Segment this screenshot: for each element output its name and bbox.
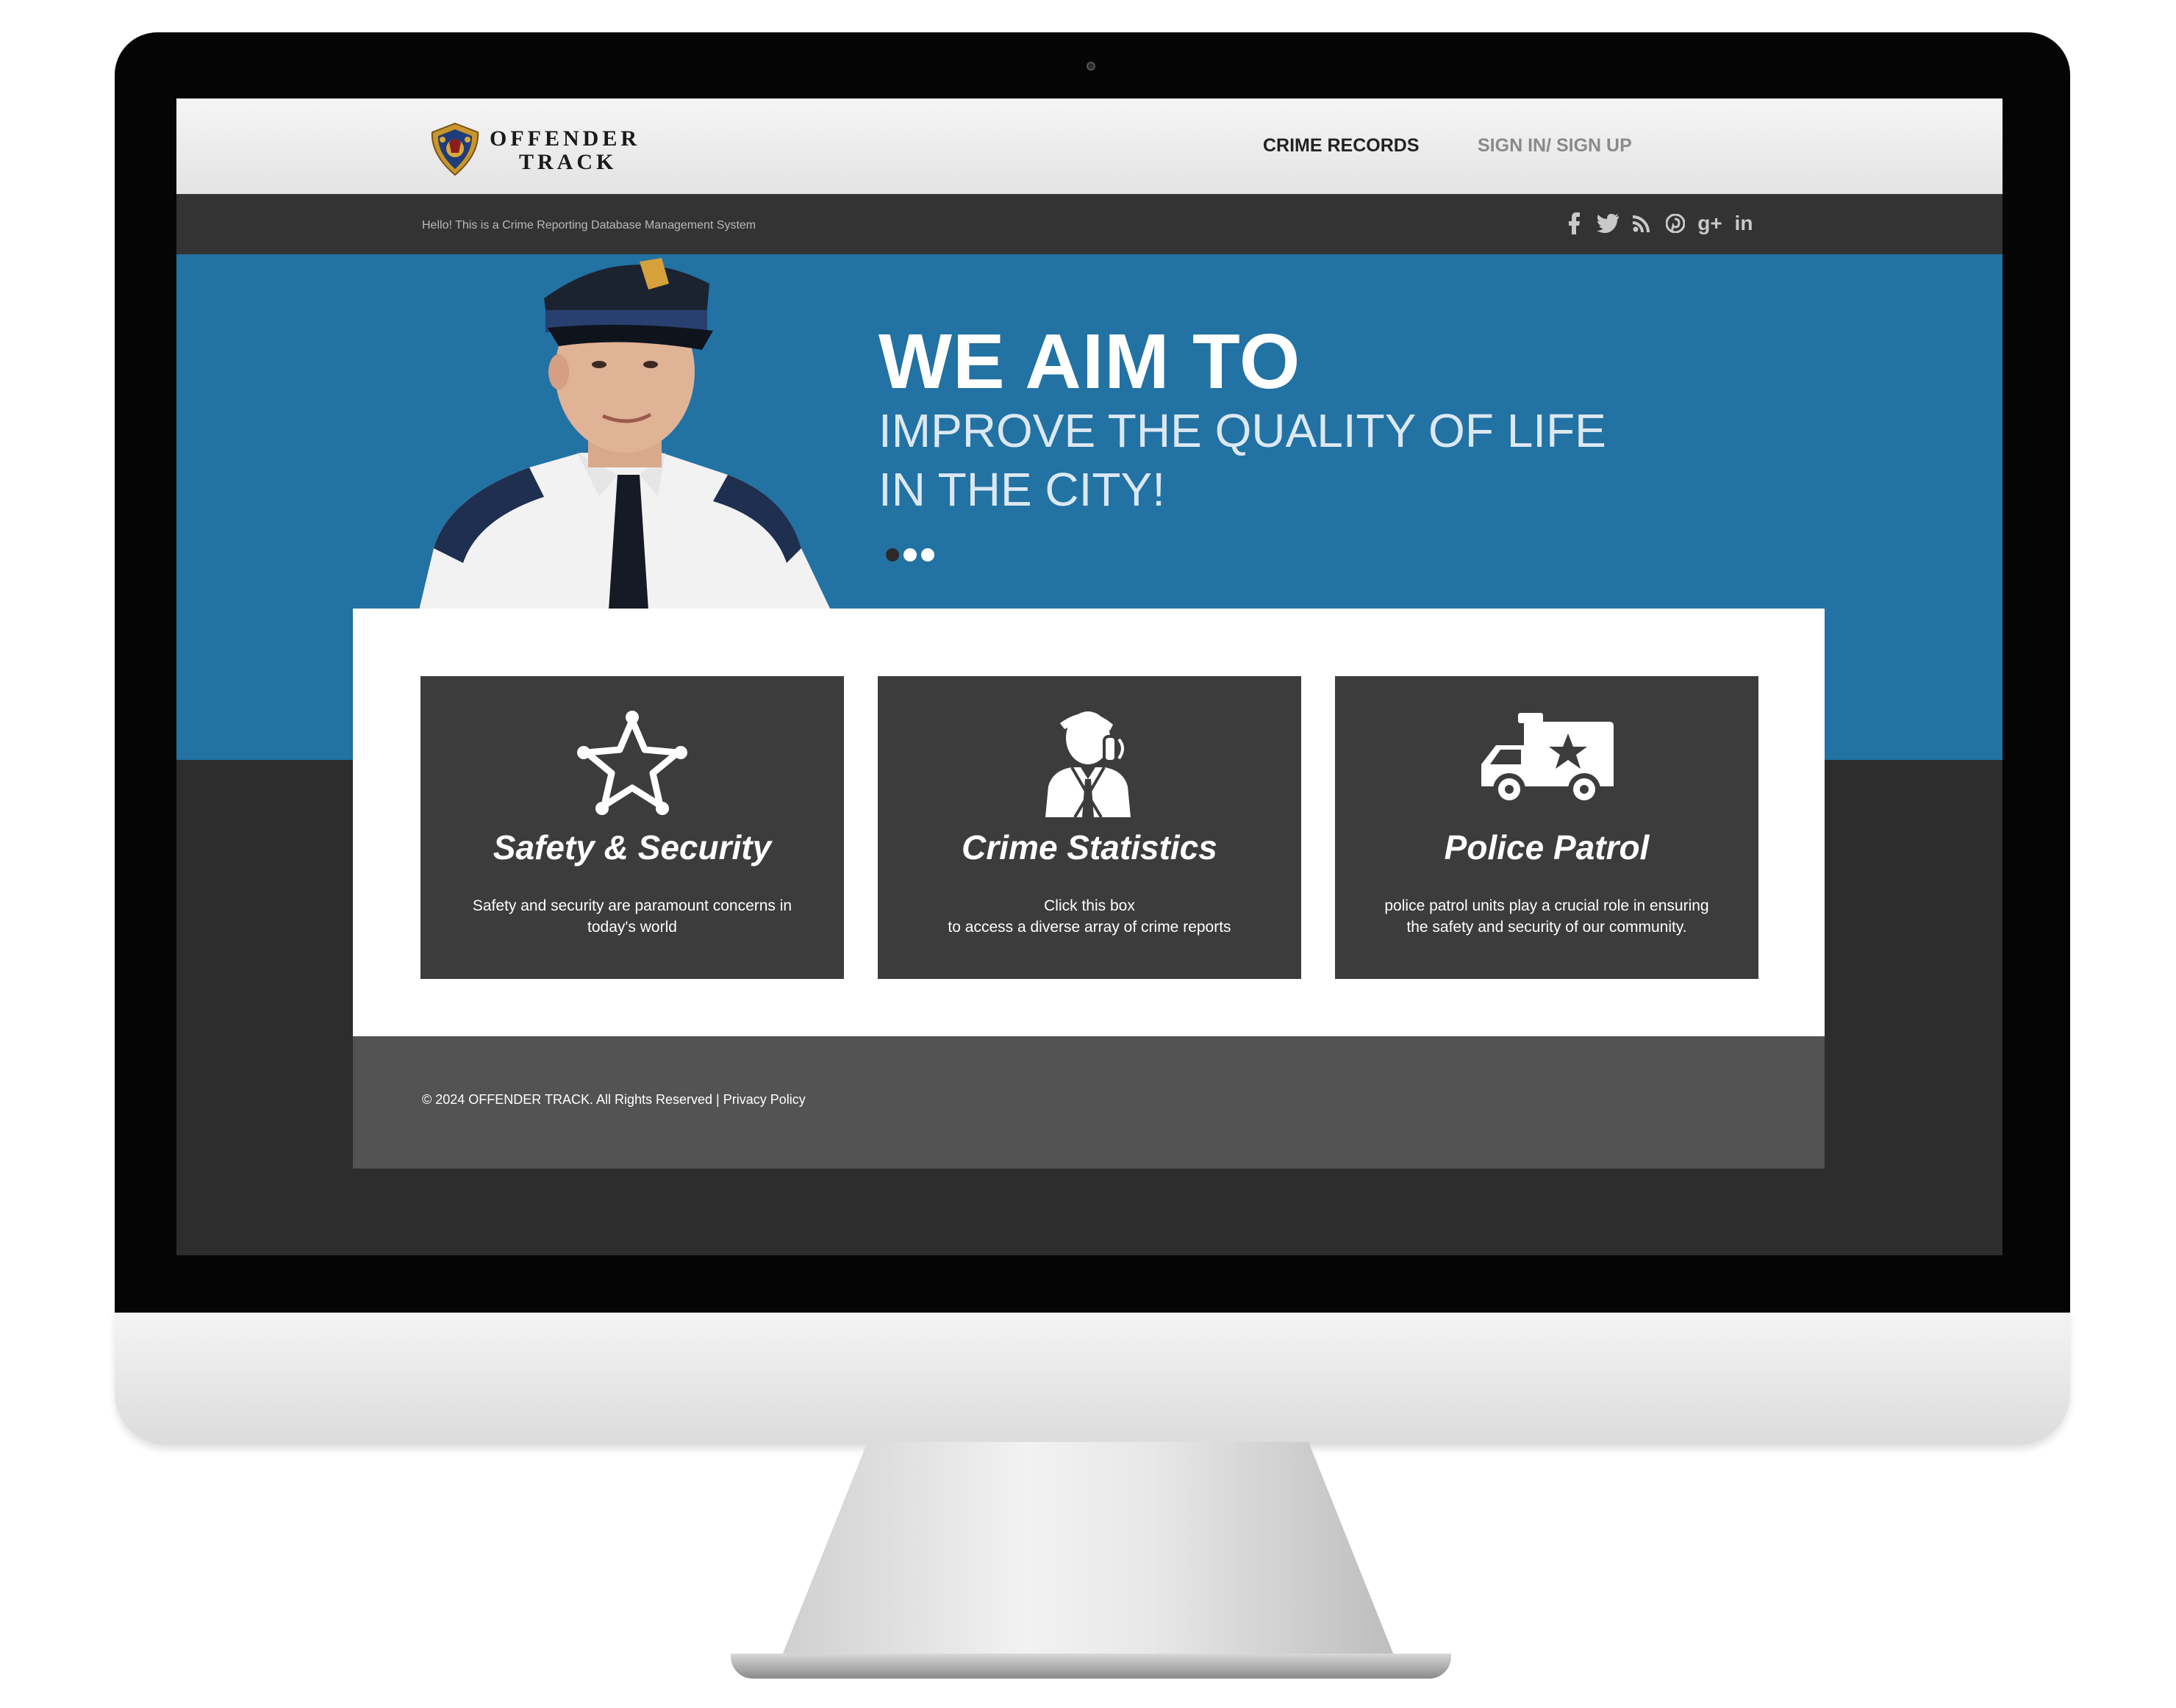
privacy-policy-link[interactable]: Privacy Policy (723, 1092, 806, 1107)
facebook-icon[interactable] (1561, 210, 1586, 237)
hero-subtitle-line1: IMPROVE THE QUALITY OF LIFE (878, 404, 1606, 457)
site-tagline: Hello! This is a Crime Reporting Databas… (422, 219, 756, 232)
feature-title: Crime Statistics (962, 828, 1217, 866)
logo-text-line2[interactable]: TRACK (519, 150, 617, 175)
feature-description-line1: Click this box (1044, 897, 1135, 914)
feature-card-safety[interactable]: Safety & Security Safety and security ar… (420, 676, 844, 979)
twitter-icon[interactable] (1594, 210, 1622, 237)
police-van-icon (1481, 713, 1614, 805)
businessman-phone-icon (1045, 711, 1131, 817)
camera-icon (1087, 62, 1095, 71)
logo-text-line1[interactable]: OFFENDER (490, 126, 640, 151)
feature-title: Police Patrol (1444, 828, 1650, 866)
feature-description: Safety and security are paramount concer… (450, 895, 815, 938)
police-badge-logo-icon[interactable] (426, 121, 484, 178)
feature-title: Safety & Security (493, 828, 772, 866)
slider-dots (886, 548, 934, 561)
feature-description-line1: Safety and security are paramount concer… (472, 897, 792, 914)
rss-icon[interactable] (1629, 210, 1654, 237)
website-screen: OFFENDER TRACK CRIME RECORDS SIGN IN/ SI… (176, 98, 2003, 1255)
nav-crime-records-link[interactable]: CRIME RECORDS (1263, 135, 1420, 157)
feature-description-line1: police patrol units play a crucial role … (1384, 897, 1709, 914)
slider-dot-2[interactable] (903, 548, 917, 561)
copyright-label: © 2024 OFFENDER TRACK. All Rights Reserv… (422, 1092, 723, 1107)
linkedin-label: in (1734, 212, 1753, 234)
feature-description-line2: the safety and security of our community… (1406, 919, 1687, 936)
feature-card-police-patrol[interactable]: Police Patrol police patrol units play a… (1335, 676, 1758, 979)
feature-description: police patrol units play a crucial role … (1364, 895, 1729, 938)
footer: © 2024 OFFENDER TRACK. All Rights Reserv… (353, 1036, 1825, 1169)
nav-sign-in-link[interactable]: SIGN IN/ SIGN UP (1478, 135, 1632, 157)
features-panel: Safety & Security Safety and security ar… (353, 609, 1825, 1036)
pinterest-icon[interactable] (1663, 210, 1688, 237)
hero-title: WE AIM TO (878, 318, 1301, 405)
feature-card-crime-statistics[interactable]: Crime Statistics Click this box to acces… (878, 676, 1301, 979)
slider-dot-3[interactable] (921, 548, 934, 561)
copyright-text: © 2024 OFFENDER TRACK. All Rights Reserv… (422, 1092, 806, 1108)
google-plus-icon[interactable]: g+ (1695, 210, 1725, 237)
slider-dot-1[interactable] (886, 548, 899, 561)
info-bar: Hello! This is a Crime Reporting Databas… (176, 194, 2003, 254)
feature-description-line2: to access a diverse array of crime repor… (948, 919, 1231, 936)
linkedin-icon[interactable]: in (1729, 210, 1758, 237)
google-plus-label: g+ (1697, 212, 1722, 234)
hero-subtitle: IMPROVE THE QUALITY OF LIFE IN THE CITY! (878, 401, 1614, 519)
sheriff-star-icon (577, 711, 687, 815)
navbar: OFFENDER TRACK CRIME RECORDS SIGN IN/ SI… (176, 98, 2003, 194)
monitor-stand-base (731, 1654, 1451, 1679)
feature-description: Click this box to access a diverse array… (907, 895, 1272, 938)
monitor-chin (115, 1313, 2070, 1445)
hero-subtitle-line2: IN THE CITY! (878, 463, 1165, 516)
feature-description-line2: today's world (587, 919, 677, 936)
police-officer-image (419, 258, 831, 610)
monitor-stand (779, 1442, 1397, 1662)
